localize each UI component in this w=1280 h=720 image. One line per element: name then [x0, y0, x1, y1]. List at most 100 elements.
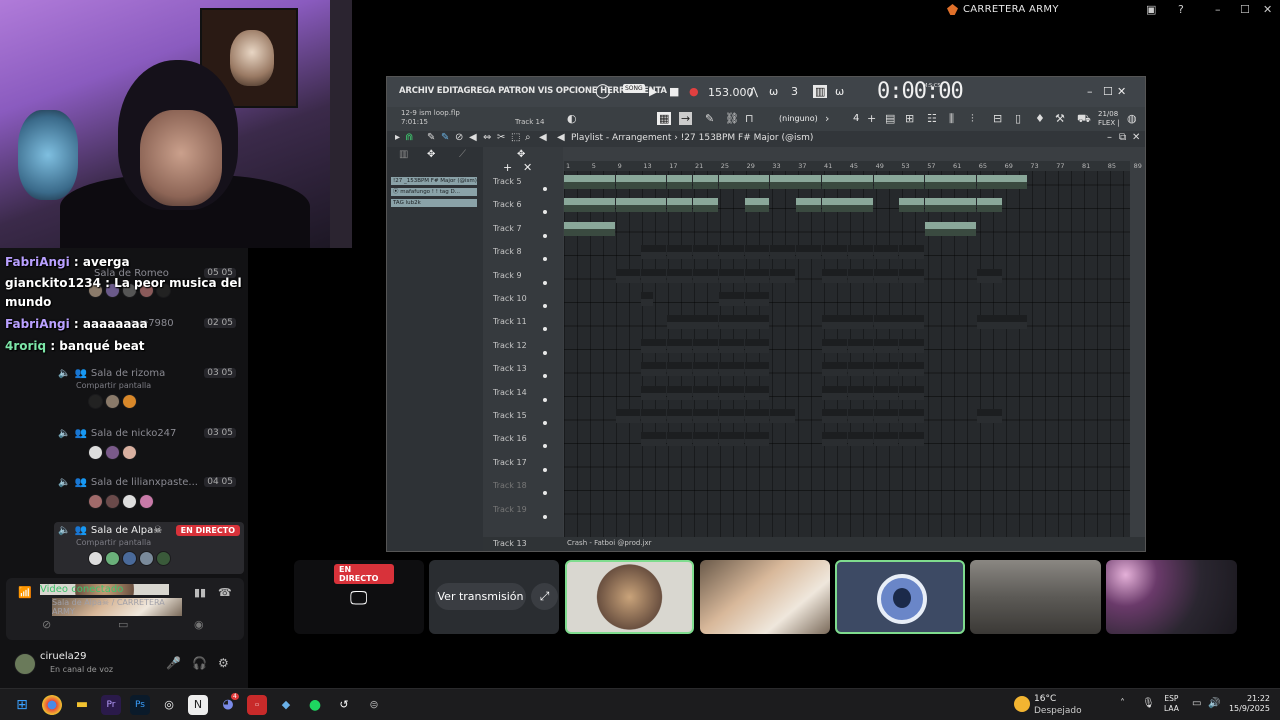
obs-icon[interactable]: ◎ — [159, 695, 179, 715]
playlist-clip[interactable]: ⧐ 0..xr — [899, 432, 925, 447]
piano-icon[interactable]: ▥ — [399, 149, 408, 160]
playlist-close-button[interactable]: ✕ — [1132, 132, 1140, 143]
track-name[interactable]: Track 15 — [493, 411, 527, 420]
playlist-clip[interactable]: ⧐ S..jxr — [873, 362, 899, 377]
activity-icon[interactable]: ◉ — [194, 618, 204, 631]
playlist-clip[interactable]: ⧐ O..xr — [976, 268, 1002, 283]
slice-tool-icon[interactable]: ✂ — [497, 132, 505, 143]
playlist-clip[interactable]: ⧐ H..xr — [796, 245, 821, 260]
playlist-clip[interactable]: ⧐ H..xr — [822, 245, 847, 260]
track-name[interactable]: Track 5 — [493, 177, 522, 186]
participant-tile[interactable] — [700, 560, 830, 634]
paint-tool-icon[interactable]: ✎ — [441, 132, 449, 143]
mixer-icon[interactable]: ⫼ — [949, 112, 954, 126]
playlist-clip[interactable]: ⧐ C..jxr — [641, 338, 667, 353]
playlist-clip[interactable]: ⧐ S..jxr — [899, 362, 925, 377]
fl-maximize-button[interactable]: ☐ — [1103, 85, 1113, 98]
playlist-clip[interactable]: ⧐ K..jxr — [718, 292, 744, 306]
playlist-clip[interactable]: ⧐ ivvys sub — [718, 315, 770, 330]
playlist-clip[interactable]: ⧐ S..jxr — [641, 362, 667, 377]
playlist-clip[interactable]: ⧐ C..jxr — [718, 338, 744, 353]
notion-icon[interactable]: N — [188, 695, 208, 715]
app-arrow-icon[interactable]: ↺ — [334, 695, 354, 715]
playlist-clip[interactable]: ⧐ !27_1..@ism — [564, 175, 615, 189]
mute-tool-icon[interactable]: ◀ — [469, 132, 477, 143]
pattern-item[interactable]: ⦿ mafafungo ! ! tag D... — [391, 188, 477, 196]
playlist-clip[interactable]: ⧐ !27_1..@ism — [925, 221, 976, 236]
track-enable-toggle[interactable] — [543, 304, 547, 308]
arrow-icon[interactable]: ▸ — [395, 132, 400, 143]
track-name[interactable]: Track 16 — [493, 434, 527, 443]
select-tool-icon[interactable]: ⬚ — [511, 132, 520, 143]
headphones-icon[interactable]: 🎧 — [192, 656, 207, 670]
playlist-clip[interactable]: ⧐ ⦿ .. ] — [641, 385, 667, 400]
maximize-button[interactable]: ☐ — [1240, 3, 1250, 16]
playlist-clip[interactable]: ⧐ O..xr — [899, 268, 925, 283]
playlist-clip[interactable]: ⧐ ⦿ .. ] — [667, 385, 692, 400]
settings-gear-icon[interactable]: ⚙ — [218, 656, 229, 670]
playlist-clip[interactable]: ⧐ O..xr — [693, 268, 718, 283]
track-name[interactable]: Track 18 — [493, 481, 527, 490]
playlist-clip[interactable]: ⧐ S..jxr — [847, 362, 873, 377]
draw-tool-icon[interactable]: ✎ — [427, 132, 435, 143]
playlist-clip[interactable]: ⧐ 0..xr — [873, 432, 899, 447]
add-track-icon[interactable]: + — [503, 161, 512, 174]
track-enable-toggle[interactable] — [543, 444, 547, 449]
playlist-clip[interactable]: ⧐ !27_1..@ism — [796, 198, 821, 213]
playlist-clip[interactable]: ⧐ !27_1..@ism — [822, 198, 873, 213]
playlist-clip[interactable]: ⧐ C..jxr — [873, 338, 899, 353]
voice-channel-nicko247[interactable]: 🔈 👥 Sala de nicko247 03 05 — [58, 428, 244, 460]
document-icon[interactable]: ▯ — [1015, 112, 1021, 125]
piano-roll-icon[interactable]: ☷ — [927, 112, 937, 125]
language-indicator[interactable]: ESP LAA — [1164, 694, 1179, 714]
chrome-icon[interactable] — [42, 695, 62, 715]
chevron-up-icon[interactable]: ˄ — [1120, 698, 1125, 709]
playlist-clip[interactable]: ⧐ C..jxr — [822, 338, 847, 353]
network-icon[interactable]: ▭ — [1192, 698, 1201, 709]
arrow-right-icon[interactable]: → — [679, 112, 693, 125]
playlist-clip[interactable]: ⧐ C..xr — [718, 409, 744, 423]
playlist-clip[interactable]: ⧐ C..jxr — [899, 338, 925, 353]
spotify-icon[interactable]: ● — [305, 695, 325, 715]
playlist-clip[interactable]: ⧐ O..xr — [770, 268, 796, 283]
track-enable-toggle[interactable] — [543, 421, 547, 425]
photoshop-icon[interactable]: Ps — [130, 695, 150, 715]
screen-share-icon[interactable]: ▭ — [118, 618, 128, 631]
pencil-icon[interactable]: ✎ — [705, 112, 714, 125]
file-explorer-icon[interactable]: ▬ — [72, 695, 92, 715]
participant-tile[interactable] — [970, 560, 1101, 634]
playlist-clip[interactable]: ⧐ !27_1..@ism — [693, 175, 718, 189]
track-enable-toggle[interactable] — [543, 397, 547, 402]
cart-icon[interactable]: ⛟ — [1077, 112, 1091, 127]
minimize-button[interactable]: – — [1215, 3, 1221, 16]
pop-out-icon[interactable]: ⤢ — [531, 583, 558, 610]
speaker-icon[interactable]: ◀ — [557, 132, 565, 143]
playlist-clip[interactable]: ⧐ ivvys sub — [667, 315, 718, 330]
playlist-clip[interactable]: ⧐ !27_1..@ism — [925, 175, 976, 189]
playlist-clip[interactable]: ⧐ ⦿ .. ] — [873, 385, 899, 400]
playlist-clip[interactable]: ⧐ C..jxr — [847, 338, 873, 353]
track-enable-toggle[interactable] — [543, 467, 547, 472]
playlist-clip[interactable]: ⧐ K..jxr — [744, 292, 770, 306]
playlist-clip[interactable]: ⧐ H..xr — [718, 245, 744, 260]
playlist-clip[interactable]: ⧐ O..xr — [822, 268, 847, 283]
avatar[interactable] — [14, 653, 36, 675]
playlist-clip[interactable]: ⧐ H..xr — [693, 245, 718, 260]
playlist-clip[interactable]: ⧐ ivvys sub — [976, 315, 1028, 330]
playlist-clip[interactable]: ⧐ H..xr — [899, 245, 925, 260]
playlist-clip[interactable]: ⧐ !27_1..@ism — [693, 198, 718, 213]
track-name[interactable]: Track 8 — [493, 247, 522, 256]
camera-off-icon[interactable]: ⊘ — [42, 618, 51, 631]
tool-icon[interactable]: ⚒ — [1055, 112, 1065, 125]
playlist-clip[interactable]: ⧐ !27_1..@ism — [615, 175, 667, 189]
playlist-clip[interactable]: ⧐ O..xr — [615, 268, 641, 283]
metronome-icon[interactable]: ◯ — [595, 83, 611, 99]
playlist-clip[interactable]: ⧐ C..xr — [693, 409, 718, 423]
playlist-clip[interactable]: ⧐ C..xr — [873, 409, 899, 423]
fl-minimize-button[interactable]: – — [1087, 85, 1093, 98]
timeline-ruler[interactable]: 1 5 9 13 17 21 25 29 33 37 41 45 49 53 57 61 65 69 73 77 81 8… — [564, 161, 1142, 171]
playlist-restore-button[interactable]: ⧉ — [1119, 132, 1126, 143]
playlist-clip[interactable]: ⧐ C..xr — [770, 409, 796, 423]
voice-channel-lilianxpaste[interactable]: 🔈 👥 Sala de lilianxpaste... 04 05 — [58, 477, 244, 509]
typing-keyboard-icon[interactable]: ▥ — [813, 85, 828, 98]
